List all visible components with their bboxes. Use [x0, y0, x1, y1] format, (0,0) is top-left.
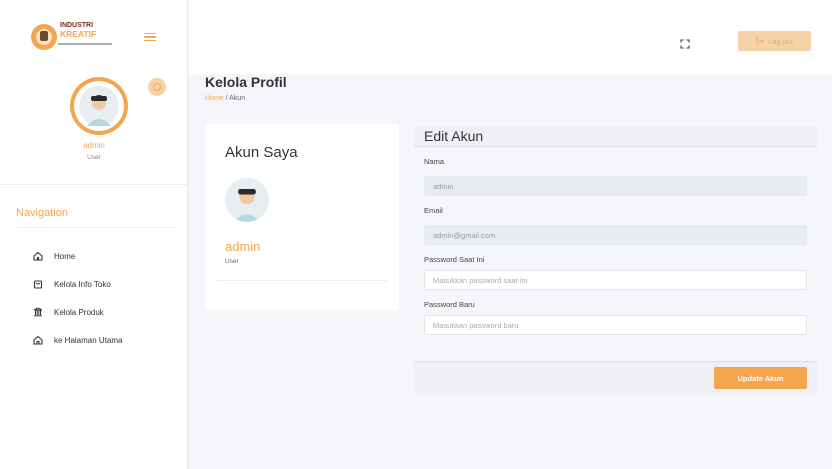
account-card: Akun Saya admin User: [205, 124, 399, 310]
fullscreen-icon: [680, 39, 690, 49]
settings-icon: [153, 83, 161, 91]
profile-name: admin: [83, 141, 105, 150]
new-password-label: Password Baru: [424, 300, 475, 309]
profile-role: User: [87, 154, 101, 161]
edit-form-title: Edit Akun: [414, 126, 817, 147]
new-password-input[interactable]: [424, 315, 807, 335]
account-divider: [217, 280, 387, 281]
email-label: Email: [424, 206, 443, 215]
breadcrumb-home-link[interactable]: Home: [205, 95, 224, 102]
account-role: User: [225, 258, 239, 265]
account-name: admin: [225, 239, 261, 254]
sidebar-divider: [0, 184, 187, 185]
home-outline-icon: [32, 335, 44, 345]
sidebar-item-ke-halaman-utama[interactable]: ke Halaman Utama: [0, 326, 187, 354]
logo-line-2: KREATIF: [60, 29, 97, 39]
profile-settings-button[interactable]: [148, 78, 166, 96]
sidebar-item-label: Kelola Info Toko: [54, 279, 111, 289]
sidebar-item-label: ke Halaman Utama: [54, 335, 123, 345]
avatar[interactable]: [70, 77, 128, 135]
sidebar: INDUSTRI KREATIF admin User Navigation H…: [0, 0, 188, 469]
current-password-input[interactable]: [424, 270, 807, 290]
nav-title: Navigation: [16, 207, 176, 228]
home-icon: [32, 251, 44, 261]
brand-bar: INDUSTRI KREATIF: [0, 0, 187, 74]
edit-account-form: Edit Akun Nama Email Password Saat Ini P…: [414, 126, 817, 335]
avatar-image: [74, 81, 124, 131]
user-avatar-icon: [225, 178, 269, 222]
email-field: [424, 225, 807, 245]
logout-icon: [756, 37, 764, 45]
sidebar-item-home[interactable]: Home: [0, 242, 187, 270]
breadcrumb-current: Akun: [229, 95, 246, 102]
fullscreen-button[interactable]: [680, 36, 690, 49]
current-password-label: Password Saat Ini: [424, 255, 485, 264]
form-footer: Update Akun: [414, 361, 817, 393]
sidebar-item-kelola-produk[interactable]: Kelola Produk: [0, 298, 187, 326]
menu-icon-bar: [144, 36, 156, 38]
menu-icon-bar: [144, 39, 156, 42]
nav-list: Home Kelola Info Toko Kelola Produk ke H…: [0, 242, 187, 354]
nama-label: Nama: [424, 157, 445, 166]
store-icon: [32, 279, 44, 289]
account-avatar: [225, 178, 269, 222]
sidebar-item-label: Kelola Produk: [54, 307, 104, 317]
menu-toggle-button[interactable]: [144, 32, 156, 42]
account-card-title: Akun Saya: [225, 144, 298, 161]
menu-icon-bar: [144, 32, 156, 35]
user-avatar-icon: [79, 86, 119, 126]
page-title: Kelola Profil: [205, 74, 287, 90]
topbar: Log out: [189, 0, 832, 74]
product-icon: [32, 307, 44, 317]
nama-field: [424, 176, 807, 196]
sidebar-profile: admin User: [0, 74, 187, 184]
logout-button[interactable]: Log out: [738, 31, 811, 51]
sidebar-item-label: Home: [54, 251, 76, 261]
update-account-button[interactable]: Update Akun: [714, 367, 807, 389]
sidebar-item-kelola-info-toko[interactable]: Kelola Info Toko: [0, 270, 187, 298]
brand-logo[interactable]: INDUSTRI KREATIF: [30, 17, 120, 57]
logout-label: Log out: [767, 36, 794, 46]
breadcrumb: Home / Akun: [205, 95, 245, 102]
